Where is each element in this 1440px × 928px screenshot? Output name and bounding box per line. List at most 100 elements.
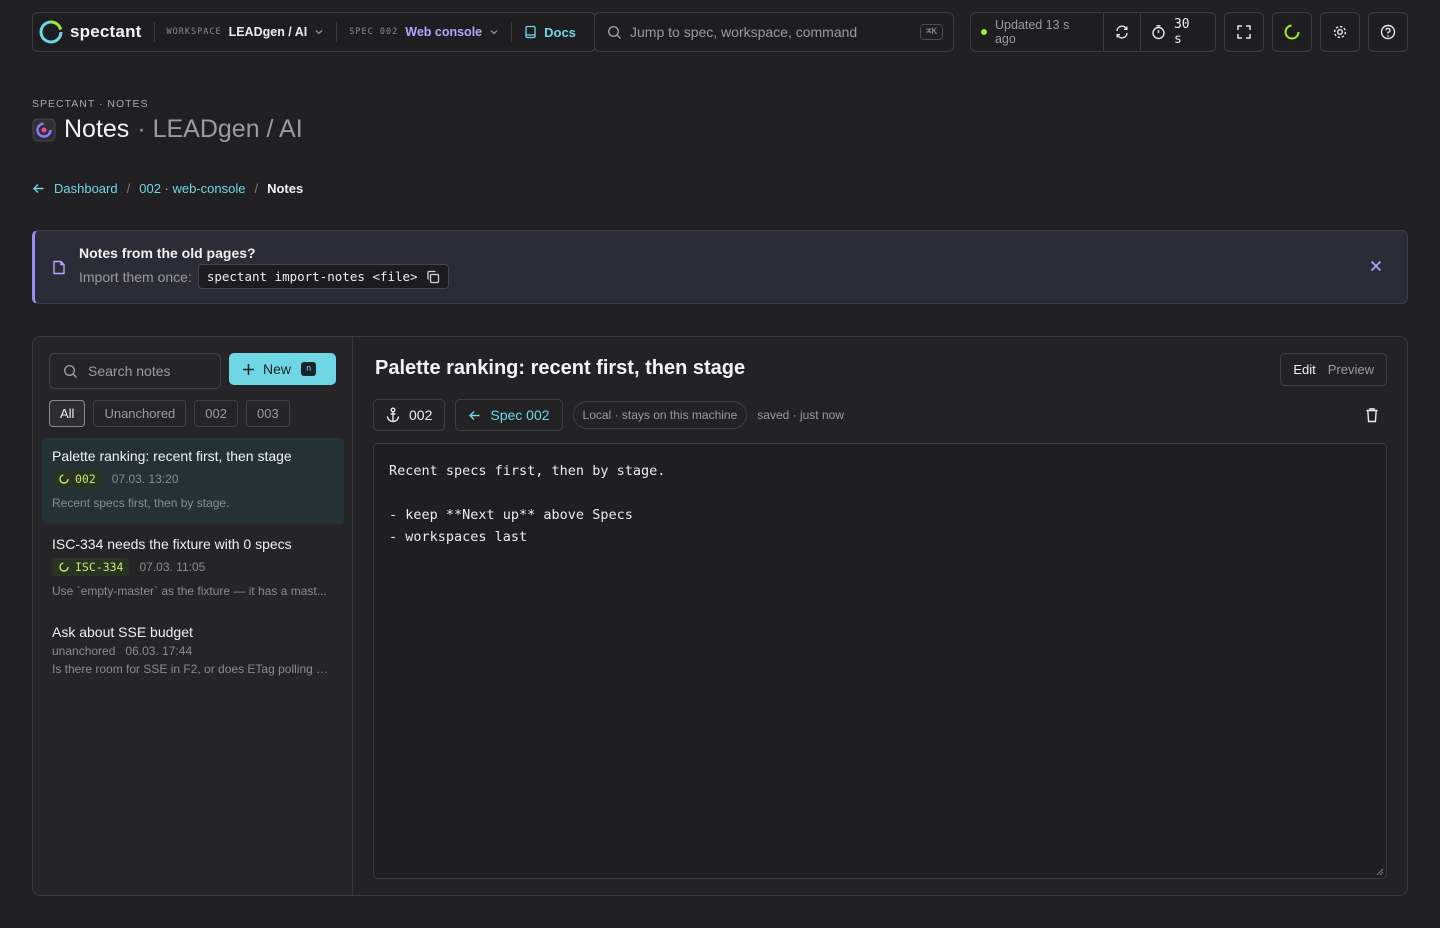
note-anchor-text: 002 <box>75 472 96 486</box>
spec-switcher[interactable]: SPEC 002 Web console <box>337 13 511 51</box>
filter-003[interactable]: 003 <box>245 400 290 427</box>
import-banner: Notes from the old pages? Import them on… <box>32 230 1408 304</box>
spec-value: Web console <box>405 25 483 39</box>
note-date: 07.03. 11:05 <box>139 560 206 574</box>
notes-logo-icon <box>32 118 56 142</box>
storage-badge: Local · stays on this machine <box>572 401 748 429</box>
search-icon <box>63 364 78 379</box>
search-shortcut: ⌘K <box>920 24 943 40</box>
close-icon[interactable] <box>1369 259 1383 273</box>
anchor-value: 002 <box>409 407 433 423</box>
resize-handle-icon[interactable] <box>1376 868 1384 876</box>
filter-002[interactable]: 002 <box>194 400 238 427</box>
note-anchor-text: ISC-334 <box>75 560 124 574</box>
refresh-button[interactable] <box>1103 13 1140 51</box>
list-item[interactable]: Ask about SSE budget unanchored 06.03. 1… <box>42 614 344 700</box>
note-body-textarea[interactable]: Recent specs first, then by stage. - kee… <box>373 443 1387 879</box>
help-button[interactable] <box>1368 12 1408 52</box>
filter-all[interactable]: All <box>49 400 86 427</box>
breadcrumb-dashboard[interactable]: Dashboard <box>54 181 118 196</box>
editor-mode-toggle: Edit Preview <box>1280 353 1387 386</box>
arrow-left-icon <box>32 182 45 195</box>
anchor-blob-icon <box>58 473 70 485</box>
note-title: ISC-334 needs the fixture with 0 specs <box>52 536 292 552</box>
anchor-icon <box>386 407 400 423</box>
new-note-shortcut: n <box>301 362 317 376</box>
brand-name: spectant <box>70 22 142 41</box>
arrow-left-icon <box>468 409 481 422</box>
note-icon <box>52 260 66 275</box>
settings-button[interactable] <box>1320 12 1360 52</box>
note-preview: Recent specs first, then by stage. <box>52 496 230 510</box>
filter-unanchored[interactable]: Unanchored <box>93 400 187 427</box>
chevron-down-icon <box>489 27 499 37</box>
note-editor-meta: 002 Spec 002 Local · stays on this machi… <box>373 399 844 431</box>
breadcrumb-spec[interactable]: 002 · web-console <box>139 181 245 196</box>
chevron-down-icon <box>314 27 324 37</box>
anchor-button[interactable]: 002 <box>373 399 446 431</box>
search-placeholder: Jump to spec, workspace, command <box>630 24 858 40</box>
note-editor-title[interactable]: Palette ranking: recent first, then stag… <box>375 357 745 380</box>
brand-logo[interactable]: spectant <box>33 13 154 51</box>
page-eyebrow: SPECTANT · NOTES <box>32 98 149 110</box>
note-anchor-tag: 002 <box>52 470 102 488</box>
updated-status: Updated 13 s ago <box>971 13 1103 51</box>
refresh-interval[interactable]: 30 s <box>1139 13 1215 51</box>
context-bar: spectant WORKSPACE LEADgen / AI SPEC 002… <box>32 12 596 52</box>
breadcrumb-separator: / <box>254 181 259 196</box>
refresh-icon <box>1114 24 1130 40</box>
list-item[interactable]: ISC-334 needs the fixture with 0 specs I… <box>42 526 344 612</box>
command-search[interactable]: Jump to spec, workspace, command ⌘K <box>594 12 954 52</box>
copy-icon[interactable] <box>426 270 440 284</box>
banner-subtitle: Import them once: <box>79 268 192 285</box>
interval-value: 30 s <box>1173 17 1190 47</box>
new-note-label: New <box>263 361 292 377</box>
note-title: Palette ranking: recent first, then stag… <box>52 448 292 464</box>
note-filters: All Unanchored 002 003 <box>49 400 290 427</box>
note-date: 07.03. 13:20 <box>111 472 179 486</box>
updated-text: Updated 13 s ago <box>994 18 1070 46</box>
docs-link[interactable]: Docs <box>512 13 584 51</box>
live-dot-icon <box>981 29 987 35</box>
banner-title: Notes from the old pages? <box>79 245 256 261</box>
gear-icon <box>1332 24 1348 40</box>
status-ring-button[interactable] <box>1272 12 1312 52</box>
refresh-status: Updated 13 s ago 30 s <box>970 12 1216 52</box>
search-icon <box>607 25 622 40</box>
note-editor: Palette ranking: recent first, then stag… <box>353 337 1407 895</box>
note-meta: ISC-334 07.03. 11:05 <box>52 558 334 576</box>
mode-preview-button[interactable]: Preview <box>1324 362 1382 377</box>
note-meta: unanchored 06.03. 17:44 <box>52 644 334 658</box>
import-command-text: spectant import-notes <file> <box>206 269 418 284</box>
progress-ring-icon <box>1283 23 1301 41</box>
page-title-text: Notes <box>64 115 130 143</box>
note-preview: Is there room for SSE in F2, or does ETa… <box>52 662 334 676</box>
notes-search-placeholder: Search notes <box>88 363 171 379</box>
note-anchor-tag: ISC-334 <box>52 558 130 576</box>
page-title-workspace: · LEADgen / AI <box>137 115 303 143</box>
docs-label: Docs <box>544 24 576 40</box>
breadcrumb: Dashboard / 002 · web-console / Notes <box>32 181 303 196</box>
notes-search-input[interactable]: Search notes <box>49 353 221 389</box>
mode-edit-button[interactable]: Edit <box>1285 362 1323 377</box>
spec-key: SPEC 002 <box>349 27 399 37</box>
workspace-switcher[interactable]: WORKSPACE LEADgen / AI <box>155 13 337 51</box>
trash-icon[interactable] <box>1365 407 1379 423</box>
expand-icon <box>1237 25 1251 39</box>
list-item[interactable]: Palette ranking: recent first, then stag… <box>42 438 344 524</box>
help-icon <box>1380 24 1396 40</box>
note-title: Ask about SSE budget <box>52 624 193 640</box>
note-date: 06.03. 17:44 <box>125 644 193 658</box>
book-icon <box>524 25 537 39</box>
new-note-button[interactable]: New n <box>229 353 336 385</box>
anchor-blob-icon <box>58 561 70 573</box>
notes-panel: Search notes New n All Unanchored 002 00… <box>32 336 1408 896</box>
fullscreen-button[interactable] <box>1224 12 1264 52</box>
spec-link-button[interactable]: Spec 002 <box>455 399 563 431</box>
note-preview: Use `empty-master` as the fixture — it h… <box>52 584 327 598</box>
spec-link-label: Spec 002 <box>490 407 550 423</box>
plus-icon <box>242 363 255 376</box>
workspace-value: LEADgen / AI <box>228 25 308 39</box>
import-command: spectant import-notes <file> <box>197 264 449 289</box>
breadcrumb-current: Notes <box>267 181 304 196</box>
